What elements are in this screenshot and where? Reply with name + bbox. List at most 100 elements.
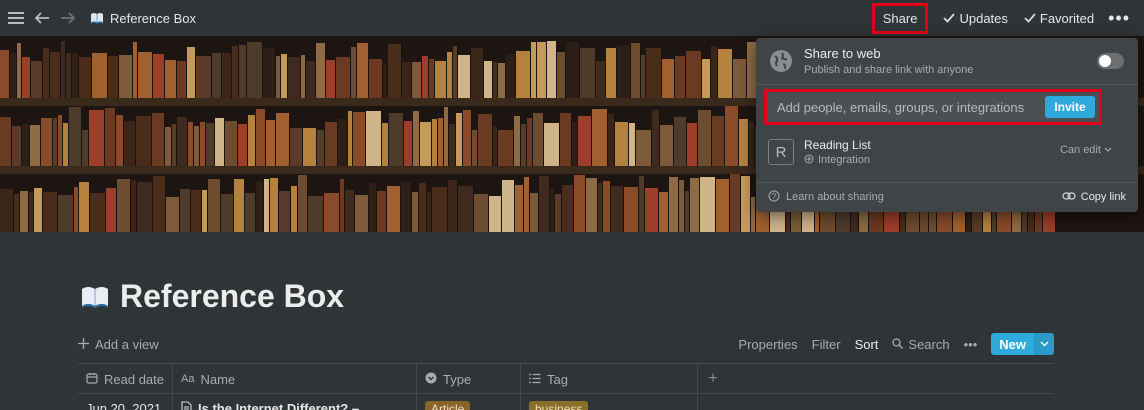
divider xyxy=(756,182,1138,183)
book-spine xyxy=(574,175,586,232)
book-spine xyxy=(382,122,389,166)
sort-button[interactable]: Sort xyxy=(855,337,879,352)
book-spine xyxy=(712,115,725,166)
properties-button[interactable]: Properties xyxy=(738,337,797,352)
book-spine xyxy=(725,106,739,166)
book-spine xyxy=(50,51,61,98)
book-spine xyxy=(20,190,29,232)
book-spine xyxy=(456,112,463,166)
book-spine xyxy=(514,116,521,166)
book-spine xyxy=(177,61,187,98)
book-spine xyxy=(303,128,317,166)
updates-button[interactable]: Updates xyxy=(937,7,1013,30)
book-spine xyxy=(603,181,611,232)
share-button[interactable]: Share xyxy=(871,2,929,34)
updates-label: Updates xyxy=(959,10,1008,26)
more-options-icon[interactable]: ••• xyxy=(1104,8,1134,29)
copy-link-button[interactable]: Copy link xyxy=(1062,191,1126,204)
invite-input[interactable] xyxy=(767,92,1045,122)
calendar-icon xyxy=(86,372,98,387)
book-spine xyxy=(355,194,369,232)
book-spine xyxy=(366,110,382,166)
book-spine xyxy=(506,54,516,98)
more-view-options-icon[interactable]: ••• xyxy=(964,337,978,352)
book-spine xyxy=(562,185,574,232)
book-spine xyxy=(631,42,641,98)
invite-button[interactable]: Invite xyxy=(1045,96,1095,118)
book-spine xyxy=(152,113,165,166)
book-spine xyxy=(89,109,105,166)
view-tools: Properties Filter Sort Search ••• New xyxy=(738,332,1054,356)
favorited-button[interactable]: Favorited xyxy=(1018,7,1100,30)
learn-label: Learn about sharing xyxy=(786,191,884,203)
book-spine xyxy=(232,45,239,98)
add-column-icon[interactable]: + xyxy=(698,364,728,394)
filter-button[interactable]: Filter xyxy=(812,337,841,352)
book-spine xyxy=(138,52,153,98)
page-icon xyxy=(181,401,192,410)
globe-icon xyxy=(770,50,792,72)
text-icon: Aa xyxy=(181,373,195,385)
column-header-tag[interactable]: Tag xyxy=(521,364,698,394)
column-header-name[interactable]: Aa Name xyxy=(173,364,417,394)
book-spine xyxy=(544,122,560,166)
book-spine xyxy=(43,192,58,232)
share-popup: Share to web Publish and share link with… xyxy=(756,38,1138,212)
page-title-text[interactable]: Reference Box xyxy=(120,278,344,315)
table-row[interactable]: Jun 20, 2021 Is the Internet Different? … xyxy=(78,394,698,410)
link-icon xyxy=(1062,191,1076,204)
book-spine xyxy=(247,41,263,98)
book-spine xyxy=(165,60,177,98)
open-book-icon[interactable] xyxy=(80,285,110,309)
list-icon xyxy=(529,372,541,387)
book-spine xyxy=(345,190,355,232)
book-spine xyxy=(187,47,196,98)
book-spine xyxy=(741,175,751,232)
column-header-type[interactable]: Type xyxy=(417,364,521,394)
favorited-label: Favorited xyxy=(1039,10,1095,26)
view-bar: Add a view Properties Filter Sort Search… xyxy=(78,332,1054,356)
book-spine xyxy=(298,175,308,232)
book-spine xyxy=(79,182,90,232)
permission-label: Can edit xyxy=(1059,144,1101,156)
book-spine xyxy=(730,174,741,232)
column-header-read-date[interactable]: Read date xyxy=(78,364,173,394)
top-bar-right: Share Updates Favorited ••• xyxy=(871,0,1134,36)
menu-icon[interactable] xyxy=(6,8,26,28)
integration-icon xyxy=(804,154,814,167)
book-spine xyxy=(191,190,202,232)
column-label: Type xyxy=(443,371,472,387)
search-label: Search xyxy=(908,336,950,352)
forward-arrow-icon[interactable] xyxy=(58,8,78,28)
cell-name[interactable]: Is the Internet Different? – xyxy=(173,394,417,410)
book-spine xyxy=(153,53,165,98)
top-bar-left: Reference Box xyxy=(0,8,196,28)
breadcrumb-title: Reference Box xyxy=(110,10,196,26)
new-button[interactable]: New xyxy=(991,333,1034,355)
book-spine xyxy=(592,108,608,166)
book-spine xyxy=(234,178,245,232)
back-arrow-icon[interactable] xyxy=(32,8,52,28)
book-spine xyxy=(124,121,136,166)
book-spine xyxy=(611,185,624,232)
book-spine xyxy=(502,180,515,232)
book-spine xyxy=(478,114,493,166)
book-spine xyxy=(108,55,119,98)
add-view-button[interactable]: Add a view xyxy=(78,337,159,352)
search-button[interactable]: Search xyxy=(892,336,950,352)
book-spine xyxy=(700,177,716,232)
learn-about-sharing-link[interactable]: ? Learn about sharing xyxy=(768,190,884,205)
divider xyxy=(756,84,1138,85)
book-spine xyxy=(10,52,17,98)
book-spine xyxy=(72,53,79,98)
member-row[interactable]: R Reading List Integration Can edit xyxy=(768,136,1114,168)
book-spine xyxy=(0,50,10,98)
check-icon xyxy=(1024,11,1036,26)
permission-dropdown[interactable]: Can edit xyxy=(1060,144,1112,156)
member-name: Reading List xyxy=(804,137,871,152)
chevron-down-icon[interactable] xyxy=(1034,333,1054,355)
svg-text:?: ? xyxy=(772,192,777,201)
breadcrumb[interactable]: Reference Box xyxy=(90,11,196,26)
share-to-web-toggle[interactable] xyxy=(1097,53,1124,69)
book-spine xyxy=(325,122,338,166)
